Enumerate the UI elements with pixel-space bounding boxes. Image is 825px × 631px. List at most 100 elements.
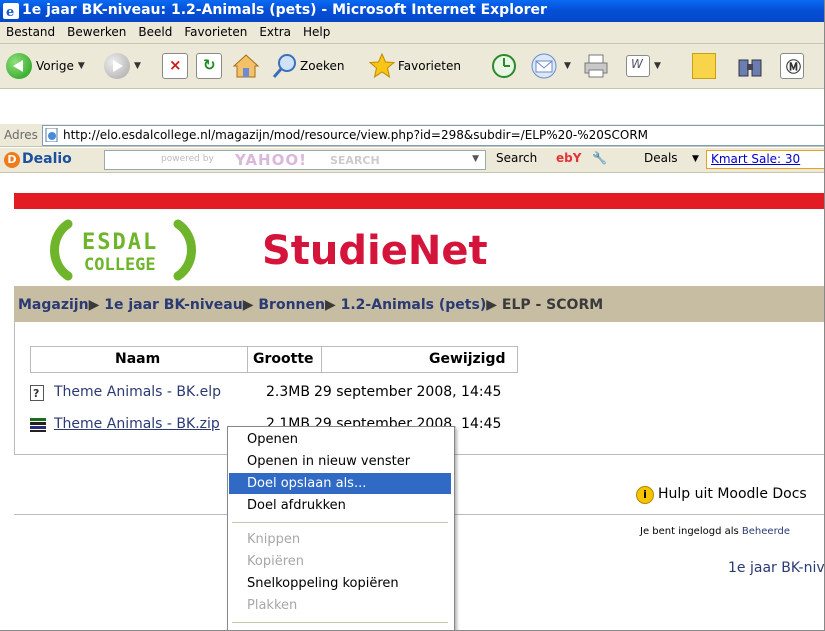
star-icon — [368, 52, 396, 79]
kmart-ticker[interactable]: Kmart Sale: 30 — [706, 150, 824, 169]
binoculars-icon — [738, 59, 762, 77]
messenger-button[interactable]: Ⓜ — [780, 50, 804, 82]
breadcrumb-bronnen[interactable]: Bronnen — [258, 297, 325, 313]
print-icon — [584, 54, 608, 78]
footer-course-link[interactable]: 1e jaar BK-niv — [728, 560, 824, 576]
notes-button[interactable] — [692, 50, 716, 82]
dealio-toolbar: D Dealio powered by YAHOO! SEARCH ▼ Searc… — [0, 148, 824, 173]
search-label: Zoeken — [300, 59, 345, 73]
info-icon: i — [636, 486, 654, 504]
menu-extra[interactable]: Extra — [253, 22, 297, 42]
file-size: 2.3MB — [266, 384, 310, 400]
title-bar[interactable]: e 1e jaar BK-niveau: 1.2-Animals (pets) … — [0, 0, 824, 22]
red-header-bar — [14, 193, 824, 209]
menu-bewerken[interactable]: Bewerken — [61, 22, 132, 42]
address-label: Adres — [4, 128, 38, 142]
menu-item-open-new-window[interactable]: Openen in nieuw venster — [229, 451, 451, 472]
breadcrumb-magazijn[interactable]: Magazijn — [18, 297, 89, 313]
address-bar: Adres http://elo.esdalcollege.nl/magazij… — [0, 124, 824, 147]
menu-favorieten[interactable]: Favorieten — [178, 22, 253, 42]
refresh-button[interactable]: ↻ — [196, 50, 222, 82]
breadcrumb-separator: ▶ — [242, 297, 254, 313]
file-table-header: Naam Grootte Gewijzigd — [30, 346, 518, 373]
file-link[interactable]: Theme Animals - BK.zip — [54, 416, 220, 432]
breadcrumb-bar: Magazijn▶ 1e jaar BK-niveau▶ Bronnen▶ 1.… — [14, 286, 824, 322]
menu-help[interactable]: Help — [297, 22, 336, 42]
menu-beeld[interactable]: Beeld — [132, 22, 178, 42]
wrench-icon[interactable]: 🔧 — [592, 151, 607, 165]
breadcrumb-separator: ▶ — [486, 297, 497, 313]
breadcrumb-course[interactable]: 1e jaar BK-niveau — [104, 297, 243, 313]
menu-item-cut: Knippen — [247, 532, 301, 547]
mail-button[interactable]: ▼ — [530, 50, 571, 82]
yahoo-search-input[interactable]: powered by YAHOO! SEARCH ▼ — [104, 150, 486, 170]
moodle-help-link[interactable]: i Hulp uit Moodle Docs — [636, 486, 807, 504]
column-grootte[interactable]: Grootte — [253, 351, 314, 367]
favorites-label: Favorieten — [398, 59, 461, 73]
dealio-icon: D — [4, 152, 20, 168]
forward-button[interactable]: ▼ — [104, 50, 141, 82]
forward-arrow-icon — [104, 53, 130, 79]
back-label: Vorige — [36, 59, 74, 73]
column-naam[interactable]: Naam — [115, 351, 160, 367]
address-url: http://elo.esdalcollege.nl/magazijn/mod/… — [63, 128, 649, 142]
edit-word-button[interactable]: W ▼ — [626, 50, 661, 82]
chevron-down-icon: ▼ — [654, 61, 661, 71]
ebay-button[interactable]: ebY — [556, 151, 581, 165]
file-link[interactable]: Theme Animals - BK.elp — [54, 384, 221, 400]
menu-bestand[interactable]: Bestand — [0, 22, 61, 42]
print-button[interactable] — [582, 50, 610, 82]
menu-separator — [232, 522, 448, 523]
menu-item-copy-shortcut[interactable]: Snelkoppeling kopiëren — [229, 573, 451, 594]
svg-text:e: e — [6, 5, 14, 19]
column-divider — [321, 347, 322, 372]
chevron-down-icon: ▼ — [134, 61, 141, 71]
menu-item-paste: Plakken — [247, 598, 298, 613]
file-modified: 29 september 2008, 14:45 — [314, 384, 502, 400]
menu-item-openen[interactable]: Openen — [229, 429, 451, 450]
refresh-icon: ↻ — [196, 53, 222, 79]
chevron-down-icon[interactable]: ▼ — [692, 154, 699, 164]
column-gewijzigd[interactable]: Gewijzigd — [429, 351, 506, 367]
dealio-logo[interactable]: D Dealio — [4, 151, 72, 168]
esdal-college-logo[interactable]: ESDAL COLLEGE — [38, 218, 208, 282]
history-button[interactable] — [490, 50, 518, 82]
breadcrumb: Magazijn▶ 1e jaar BK-niveau▶ Bronnen▶ 1.… — [18, 297, 603, 313]
kmart-link[interactable]: Kmart Sale: 30 — [711, 152, 800, 166]
search-button[interactable]: Search — [496, 151, 537, 165]
back-button[interactable]: Vorige ▼ — [6, 50, 85, 82]
note-icon — [692, 53, 716, 79]
research-button[interactable] — [736, 50, 764, 82]
archive-file-icon — [30, 418, 46, 432]
stop-icon: × — [162, 53, 188, 79]
home-icon — [232, 54, 260, 78]
login-info: Je bent ingelogd als Beheerde — [640, 526, 790, 537]
favorites-button[interactable]: Favorieten — [368, 50, 461, 82]
address-input[interactable]: http://elo.esdalcollege.nl/magazijn/mod/… — [42, 125, 824, 146]
dealio-brand: Dealio — [22, 151, 72, 167]
context-menu: Openen Openen in nieuw venster Doel opsl… — [227, 426, 455, 630]
yahoo-search-label: SEARCH — [330, 154, 380, 167]
menu-item-print-target[interactable]: Doel afdrukken — [229, 495, 451, 516]
chevron-down-icon: ▼ — [564, 61, 571, 71]
login-user-link[interactable]: Beheerde — [742, 526, 790, 537]
stop-button[interactable]: × — [162, 50, 188, 82]
standard-toolbar: Vorige ▼ ▼ × ↻ Zoeken Favorieten ▼ W ▼ Ⓜ — [0, 44, 824, 89]
menu-item-save-target-as[interactable]: Doel opslaan als... — [229, 473, 451, 494]
word-icon: W — [626, 55, 650, 77]
breadcrumb-animals[interactable]: 1.2-Animals (pets) — [341, 297, 487, 313]
chevron-down-icon[interactable]: ▼ — [472, 154, 479, 164]
search-icon — [272, 54, 296, 78]
menu-item-copy: Kopiëren — [247, 554, 304, 569]
table-row: ? Theme Animals - BK.elp 2.3MB 29 septem… — [30, 384, 520, 404]
svg-text:?: ? — [33, 387, 39, 400]
search-button[interactable]: Zoeken — [272, 50, 344, 82]
deals-button[interactable]: Deals — [644, 151, 678, 165]
login-prefix: Je bent ingelogd als — [640, 526, 739, 537]
page-icon — [45, 128, 58, 142]
yahoo-logo: YAHOO! — [235, 151, 307, 169]
home-button[interactable] — [232, 50, 260, 82]
powered-by-label: powered by — [161, 154, 214, 164]
mail-icon — [531, 53, 557, 79]
window-title: 1e jaar BK-niveau: 1.2-Animals (pets) - … — [22, 2, 547, 18]
